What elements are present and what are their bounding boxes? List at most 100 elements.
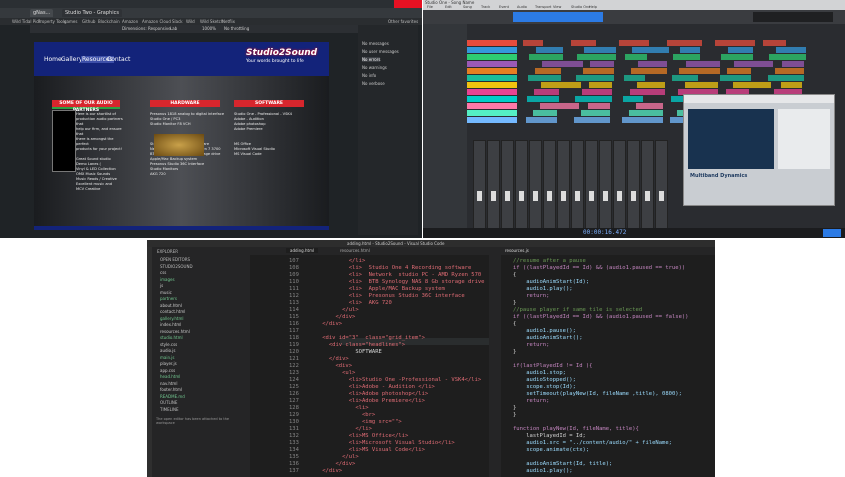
code-line: </div> <box>309 314 356 320</box>
audio-clip[interactable] <box>733 82 771 88</box>
editor-left[interactable]: 107 </li> 108 <li> Studio One 4 Recording… <box>147 240 497 477</box>
transport-play-button[interactable] <box>823 229 841 237</box>
console-filter-errors[interactable]: No errors <box>362 57 381 62</box>
browser-tab[interactable]: gNas... <box>30 9 54 17</box>
section-line: AKG 720 <box>150 172 166 176</box>
channel-fader[interactable] <box>547 191 552 201</box>
nav-home[interactable]: Home <box>44 56 62 63</box>
audio-clip[interactable] <box>680 47 700 53</box>
channel-fader[interactable] <box>491 191 496 201</box>
bookmark-item[interactable]: Wild Sketch <box>200 18 223 25</box>
mixer-channel[interactable] <box>599 140 612 230</box>
code-line: //pause player if same tile is selected <box>513 307 643 313</box>
line-number: 130 <box>289 419 299 425</box>
line-number: 116 <box>289 321 299 327</box>
bookmark-item[interactable]: Wild <box>186 18 195 25</box>
channel-fader[interactable] <box>659 191 664 201</box>
plugin-window[interactable]: Multiband Dynamics <box>683 94 835 206</box>
console-filter-info[interactable]: No info <box>362 73 376 78</box>
channel-fader[interactable] <box>589 191 594 201</box>
audio-clip[interactable] <box>672 75 698 81</box>
editor-right[interactable]: //resume after a pause if ((lastPlayedId … <box>503 240 713 477</box>
throttling-select[interactable]: No throttling <box>224 25 249 33</box>
audio-clip[interactable] <box>685 82 718 88</box>
audio-clip[interactable] <box>679 68 720 74</box>
channel-fader[interactable] <box>645 191 650 201</box>
bookmark-item[interactable]: Amazon <box>122 18 138 25</box>
audio-clip[interactable] <box>720 75 751 81</box>
audio-clip[interactable] <box>728 47 753 53</box>
mixer-channel[interactable] <box>641 140 654 230</box>
bookmark-item[interactable]: Property Tools <box>38 18 66 25</box>
code-line: <li> Apple/MAC Backup system <box>309 286 445 292</box>
section-heading-partners: SOME OF OUR AUDIO PARTNERS <box>52 100 120 113</box>
audio-clip[interactable] <box>769 54 806 60</box>
mixer-channel[interactable] <box>613 140 626 230</box>
bookmark-item[interactable]: Other favorites <box>388 18 418 25</box>
console-filter-messages[interactable]: No messages <box>362 41 389 46</box>
bookmark-item[interactable]: Slack <box>172 18 183 25</box>
audio-clip[interactable] <box>782 61 804 67</box>
mixer-channel[interactable] <box>487 140 500 230</box>
nav-contact[interactable]: Contact <box>107 56 130 63</box>
devtools-console-panel: No messages No user messages No errors N… <box>358 25 418 235</box>
audio-clip[interactable] <box>776 47 806 53</box>
audio-clip[interactable] <box>721 54 753 60</box>
channel-fader[interactable] <box>575 191 580 201</box>
audio-clip[interactable] <box>763 40 786 46</box>
mixer-channel[interactable] <box>655 140 668 230</box>
code-line: </ul> <box>309 454 359 460</box>
nav-gallery[interactable]: Gallery <box>61 56 82 63</box>
daw-window: Studio One - Song Name File Edit Song Track… <box>423 0 845 238</box>
mixer-channel[interactable] <box>501 140 514 230</box>
mixer-channel[interactable] <box>585 140 598 230</box>
channel-fader[interactable] <box>561 191 566 201</box>
mixer-channel[interactable] <box>515 140 528 230</box>
console-filter-warnings[interactable]: No warnings <box>362 65 387 70</box>
mixer-channel[interactable] <box>543 140 556 230</box>
browser-tab[interactable]: Studio Two - Graphics <box>62 9 122 17</box>
mixer-channel[interactable] <box>529 140 542 230</box>
code-line: //resume after a pause <box>513 258 586 264</box>
bookmark-item[interactable]: Amazon Cloud <box>142 18 171 25</box>
mixer-channel[interactable] <box>557 140 570 230</box>
audio-clip[interactable] <box>727 68 751 74</box>
mixer-channel[interactable] <box>627 140 640 230</box>
bookmark-item[interactable]: Blockchain <box>98 18 120 25</box>
transport-time: 00:00:16.472 <box>583 229 627 236</box>
channel-fader[interactable] <box>603 191 608 201</box>
browser-titlebar <box>0 0 422 8</box>
channel-fader[interactable] <box>505 191 510 201</box>
channel-fader[interactable] <box>519 191 524 201</box>
bookmark-item[interactable]: games <box>64 18 77 25</box>
minimap-left[interactable] <box>489 255 501 477</box>
audio-clip[interactable] <box>715 40 755 46</box>
audio-clip[interactable] <box>775 68 804 74</box>
audio-clip[interactable] <box>686 61 720 67</box>
line-number: 128 <box>289 405 299 411</box>
mixer-channel[interactable] <box>473 140 486 230</box>
code-line: <img src=""> <box>309 419 402 425</box>
mixer-channel[interactable] <box>571 140 584 230</box>
zoom-select[interactable]: 1000% <box>202 25 216 33</box>
dimensions-select[interactable]: Dimensions: Responsive <box>122 25 171 33</box>
code-line: return; <box>513 342 550 348</box>
device-width-field[interactable]: Lab <box>170 25 177 33</box>
channel-fader[interactable] <box>617 191 622 201</box>
audio-clip[interactable] <box>781 82 802 88</box>
bookmark-item[interactable]: Github <box>82 18 95 25</box>
channel-fader[interactable] <box>533 191 538 201</box>
audio-clip[interactable] <box>768 75 804 81</box>
code-line: <li>Microsoft Visual Studio</li> <box>309 440 455 446</box>
channel-fader[interactable] <box>477 191 482 201</box>
channel-fader[interactable] <box>631 191 636 201</box>
code-line: audio1.play(); <box>513 468 573 474</box>
console-filter-user[interactable]: No user messages <box>362 49 399 54</box>
console-filter-verbose[interactable]: No verbose <box>362 81 385 86</box>
audio-clip[interactable] <box>734 61 773 67</box>
bookmark-item[interactable]: Netflix <box>222 18 235 25</box>
browser-close-strip[interactable] <box>394 0 422 8</box>
audio-clip[interactable] <box>673 54 700 60</box>
daw-view-tabs[interactable] <box>753 12 833 22</box>
bookmark-item[interactable]: Wild Tidal Pics <box>12 18 40 25</box>
